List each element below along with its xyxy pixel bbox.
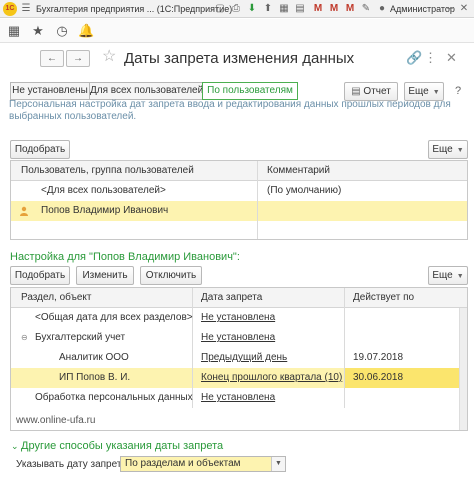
window-title: Бухгалтерия предприятия ... (1С:Предприя… (36, 4, 233, 14)
section-toolbar (0, 19, 474, 43)
date-link[interactable]: Не установлена (201, 328, 275, 348)
more-label: Еще (432, 144, 453, 155)
change-button[interactable]: Изменить (76, 266, 134, 285)
description-text: Персональная настройка дат запрета ввода… (9, 99, 451, 122)
calculator-icon[interactable]: ▤ (294, 3, 306, 15)
menu-icon[interactable]: ☰ (20, 3, 32, 15)
settings-title: Настройка для "Попов Владимир Иванович": (10, 251, 240, 263)
page-title: Даты запрета изменения данных (124, 50, 355, 67)
other-methods-title: Другие способы указания даты запрета (21, 440, 224, 452)
favorite-star-icon[interactable]: ☆ (102, 48, 116, 66)
chevron-down-icon: ⌄ (11, 441, 22, 451)
forward-button[interactable]: → (66, 50, 90, 67)
pick-users-button[interactable]: Подобрать (10, 140, 70, 159)
date-mode-label: Указывать дату запрета: (16, 459, 130, 470)
app-logo-icon: 1С (3, 2, 17, 16)
print-icon[interactable]: ⎙ (230, 3, 242, 15)
calendar-icon[interactable]: ▦ (278, 3, 290, 15)
table-row[interactable]: Аналитик ООО Предыдущий день 19.07.2018 (11, 348, 459, 368)
date-cell-selected[interactable]: Конец прошлого квартала (10) (193, 368, 344, 388)
settings-more-button[interactable]: Еще ▼ (428, 266, 468, 285)
comment-cell: (По умолчанию) (267, 185, 342, 196)
column-header-section[interactable]: Раздел, объект (21, 288, 91, 308)
history-icon[interactable]: ◷ (54, 23, 70, 39)
table-row[interactable]: <Для всех пользователей> (По умолчанию) (11, 181, 467, 201)
m-icon[interactable]: M (312, 3, 324, 15)
user-icon[interactable]: ● (376, 3, 388, 15)
table-row[interactable]: ⊖ Бухгалтерский учет Не установлена (11, 328, 459, 348)
tab-all-users[interactable]: Для всех пользователей (89, 82, 203, 100)
table-row[interactable]: <Общая дата для всех разделов> Не устано… (11, 308, 459, 328)
other-methods-toggle[interactable]: ⌄ Другие способы указания даты запрета (11, 440, 223, 452)
upload-icon[interactable]: ⬆ (262, 3, 274, 15)
notes-icon[interactable]: ✎ (360, 3, 372, 15)
star-icon[interactable]: ★ (30, 23, 46, 39)
table-row[interactable]: Обработка персональных данных Не установ… (11, 388, 459, 408)
users-table: Пользователь, группа пользователей Комме… (10, 160, 468, 240)
date-link[interactable]: Предыдущий день (201, 348, 287, 368)
table-row-selected[interactable]: ИП Попов В. И. (11, 368, 192, 388)
section-cell: Обработка персональных данных (35, 392, 193, 403)
section-cell: Бухгалтерский учет (35, 332, 126, 343)
column-header-user[interactable]: Пользователь, группа пользователей (21, 161, 194, 181)
minimize-icon[interactable]: – (444, 3, 456, 15)
m-minus-icon[interactable]: M (344, 3, 356, 15)
bell-icon[interactable]: 🔔 (78, 23, 94, 39)
date-link[interactable]: Не установлена (201, 388, 275, 408)
date-link[interactable]: Конец прошлого квартала (10) (201, 368, 342, 388)
chevron-down-icon: ▼ (432, 89, 440, 96)
comment-cell-selected[interactable] (258, 201, 467, 221)
column-header-date[interactable]: Дата запрета (201, 288, 262, 308)
more-label: Еще (408, 86, 429, 97)
chevron-down-icon: ▼ (456, 273, 464, 280)
chevron-down-icon[interactable]: ▼ (271, 457, 285, 471)
valid-cell: 19.07.2018 (353, 352, 404, 363)
date-mode-value: По разделам и объектам (125, 458, 241, 469)
tab-by-users[interactable]: По пользователям (202, 82, 298, 100)
users-more-button[interactable]: Еще ▼ (428, 140, 468, 159)
watermark-text: www.online-ufa.ru (16, 415, 96, 426)
back-button[interactable]: ← (40, 50, 64, 67)
table-row-selected[interactable]: Попов Владимир Иванович (11, 201, 257, 221)
chevron-down-icon: ▼ (456, 147, 464, 154)
valid-cell-selected[interactable]: 30.06.2018 (345, 368, 459, 388)
report-icon: ▤ (351, 86, 364, 97)
column-header-comment[interactable]: Комментарий (267, 161, 330, 181)
user-cell: Попов Владимир Иванович (41, 205, 169, 216)
dates-table: Раздел, объект Дата запрета Действует по… (10, 287, 468, 431)
vertical-scrollbar[interactable] (459, 308, 467, 430)
pick-button[interactable]: Подобрать (10, 266, 70, 285)
valid-cell: 30.06.2018 (353, 372, 404, 383)
more-vertical-icon[interactable]: ⋮ (424, 51, 437, 65)
m-plus-icon[interactable]: M (328, 3, 340, 15)
copy-icon[interactable]: ▢ (214, 3, 226, 15)
link-icon[interactable]: 🔗 (406, 51, 422, 65)
report-label: Отчет (363, 86, 391, 97)
user-cell: <Для всех пользователей> (41, 185, 166, 196)
close-form-icon[interactable]: ✕ (446, 51, 457, 65)
tab-not-set[interactable]: Не установлены (10, 82, 90, 100)
column-header-valid[interactable]: Действует по (353, 288, 414, 308)
apps-icon[interactable]: ▦ (6, 23, 22, 39)
save-icon[interactable]: ⬇ (246, 3, 258, 15)
section-cell: Аналитик ООО (59, 352, 129, 363)
section-cell: <Общая дата для всех разделов> (35, 312, 193, 323)
disable-button[interactable]: Отключить (140, 266, 202, 285)
section-cell: ИП Попов В. И. (59, 372, 131, 383)
collapse-icon[interactable]: ⊖ (21, 328, 28, 348)
more-label: Еще (432, 270, 453, 281)
date-link[interactable]: Не установлена (201, 308, 275, 328)
close-icon[interactable]: ✕ (458, 3, 470, 15)
date-mode-select[interactable]: По разделам и объектам ▼ (120, 456, 286, 472)
user-icon (20, 206, 28, 216)
